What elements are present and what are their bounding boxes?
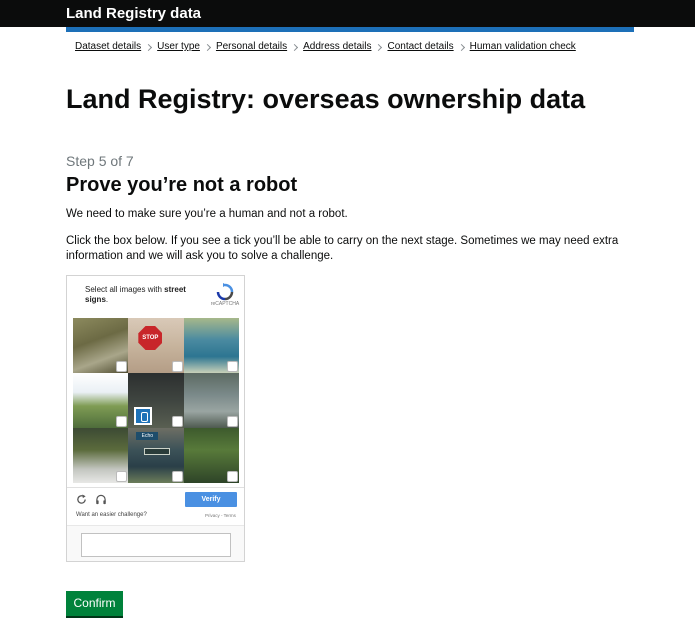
street-sign-image: [144, 448, 171, 455]
checkbox-icon: [171, 361, 183, 372]
privacy-terms-link[interactable]: Privacy - Terms: [205, 513, 236, 518]
captcha-tile-2[interactable]: STOP: [128, 318, 184, 373]
captcha-image-grid: STOP Echo: [73, 318, 239, 483]
checkbox-icon: [116, 471, 128, 482]
disabled-sign-image: [134, 407, 153, 425]
captcha-tile-9[interactable]: [183, 428, 239, 483]
section-heading: Prove you’re not a robot: [66, 174, 298, 196]
recaptcha-widget: Select all images with street signs. reC…: [66, 275, 245, 562]
captcha-footer: Verify Want an easier challenge? Privacy…: [67, 487, 244, 525]
street-sign-image: Echo: [136, 432, 159, 440]
breadcrumb-dataset-details[interactable]: Dataset details: [75, 41, 141, 53]
captcha-response-field[interactable]: [81, 533, 231, 557]
recaptcha-logo: reCAPTCHA: [210, 283, 240, 313]
chevron-right-icon: [203, 43, 211, 51]
verify-button[interactable]: Verify: [185, 492, 237, 507]
captcha-tile-8[interactable]: Echo: [128, 428, 184, 483]
breadcrumb-personal-details[interactable]: Personal details: [216, 41, 287, 53]
breadcrumb-contact-details[interactable]: Contact details: [387, 41, 453, 53]
checkbox-icon: [226, 416, 238, 427]
site-title-link[interactable]: Land Registry data: [66, 5, 201, 22]
captcha-tile-3[interactable]: [183, 318, 239, 373]
captcha-tile-7[interactable]: [73, 428, 129, 483]
breadcrumb-human-validation-check[interactable]: Human validation check: [470, 41, 576, 53]
stop-sign-image: STOP: [138, 326, 163, 350]
breadcrumb-user-type[interactable]: User type: [157, 41, 200, 53]
reload-icon[interactable]: [76, 494, 87, 505]
site-header: Land Registry data: [0, 0, 695, 27]
confirm-button[interactable]: Confirm: [66, 591, 123, 616]
chevron-right-icon: [291, 43, 299, 51]
chevron-right-icon: [457, 43, 465, 51]
captcha-response-area: [67, 525, 244, 561]
captcha-prompt: Select all images with street signs.: [85, 285, 186, 304]
captcha-tile-1[interactable]: [73, 318, 129, 373]
checkbox-icon: [171, 416, 183, 427]
checkbox-icon: [226, 361, 238, 372]
breadcrumb-address-details[interactable]: Address details: [303, 41, 371, 53]
instruction-paragraph: Click the box below. If you see a tick y…: [66, 235, 619, 262]
intro-paragraph: We need to make sure you’re a human and …: [66, 208, 348, 220]
chevron-right-icon: [375, 43, 383, 51]
captcha-tile-4[interactable]: [73, 373, 129, 428]
captcha-tile-5[interactable]: [128, 373, 184, 428]
header-accent-bar: [66, 27, 634, 32]
captcha-tile-6[interactable]: [183, 373, 239, 428]
page-title: Land Registry: overseas ownership data: [66, 84, 586, 114]
recaptcha-logo-text: reCAPTCHA: [210, 301, 240, 307]
breadcrumb: Dataset details User type Personal detai…: [75, 41, 576, 53]
checkbox-icon: [116, 361, 128, 372]
easier-challenge-link[interactable]: Want an easier challenge?: [76, 512, 147, 518]
recaptcha-icon: [216, 283, 234, 301]
checkbox-icon: [116, 416, 128, 427]
step-indicator: Step 5 of 7: [66, 153, 134, 169]
headphones-icon[interactable]: [95, 494, 107, 505]
checkbox-icon: [226, 471, 238, 482]
chevron-right-icon: [145, 43, 153, 51]
checkbox-icon: [171, 471, 183, 482]
